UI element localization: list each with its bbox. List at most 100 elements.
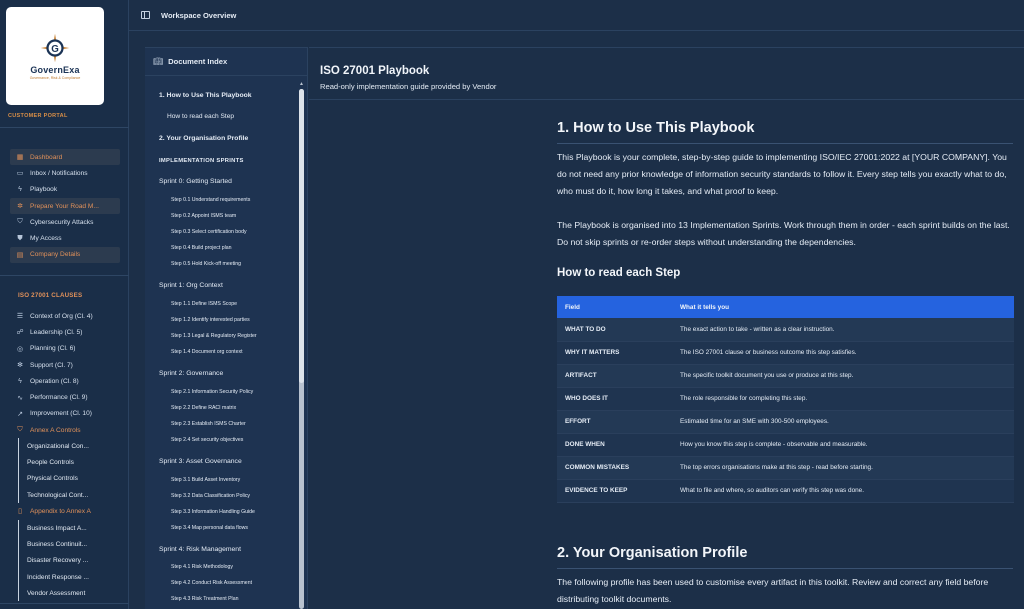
field-description-cell: The exact action to take - written as a …: [672, 318, 1014, 342]
index-entry[interactable]: Sprint 2: Governance: [159, 370, 223, 377]
index-entry[interactable]: Step 0.5 Hold Kick-off meeting: [171, 261, 241, 267]
section-1-title: 1. How to Use This Playbook: [557, 120, 755, 136]
subsection-title: How to read each Step: [557, 267, 681, 279]
index-entry[interactable]: Step 2.4 Set security objectives: [171, 437, 243, 443]
index-entry[interactable]: Step 3.3 Information Handling Guide: [171, 509, 255, 515]
clauses-nav: ☰ Context of Org (Cl. 4) ☍ Leadership (Cl.…: [10, 308, 120, 438]
nav-annex-a[interactable]: ⛉ Annex A Controls: [10, 422, 120, 438]
index-entry[interactable]: Step 1.4 Document org context: [171, 349, 243, 355]
index-entry[interactable]: Step 1.1 Define ISMS Scope: [171, 301, 237, 307]
table-row: DONE WHEN How you know this step is compl…: [557, 433, 1014, 457]
index-entry[interactable]: 1. How to Use This Playbook: [159, 92, 252, 99]
index-entry[interactable]: Step 0.4 Build project plan: [171, 245, 232, 251]
nav-label: Cybersecurity Attacks: [30, 218, 94, 226]
index-entry[interactable]: Step 3.1 Build Asset Inventory: [171, 477, 240, 483]
index-entry[interactable]: Step 2.1 Information Security Policy: [171, 389, 253, 395]
index-entry[interactable]: Step 3.4 Map personal data flows: [171, 525, 248, 531]
nav-playbook[interactable]: ϟ Playbook: [10, 182, 120, 198]
table-row: COMMON MISTAKES The top errors organisati…: [557, 456, 1014, 480]
document-icon: ▯: [18, 508, 22, 516]
workspace-title: Workspace Overview: [161, 10, 237, 20]
nav-cyber-attacks[interactable]: ⛉ Cybersecurity Attacks: [10, 214, 120, 230]
index-entry[interactable]: Sprint 3: Asset Governance: [159, 458, 242, 465]
nav-improvement[interactable]: ↗ Improvement (Cl. 10): [10, 406, 120, 422]
index-entry[interactable]: Step 4.3 Risk Treatment Plan: [171, 596, 238, 602]
nav-leadership[interactable]: ☍ Leadership (Cl. 5): [10, 324, 120, 340]
index-entry[interactable]: Step 1.3 Legal & Regulatory Register: [171, 333, 257, 339]
main-content: ISO 27001 Playbook Read-only implementat…: [309, 47, 1024, 609]
index-entry[interactable]: Step 2.2 Define RACI matrix: [171, 405, 236, 411]
nav-operation[interactable]: ϟ Operation (Cl. 8): [10, 373, 120, 389]
index-entry[interactable]: Step 2.3 Establish ISMS Charter: [171, 421, 246, 427]
document-title: ISO 27001 Playbook: [320, 65, 430, 77]
appendix-nav: ▯ Appendix to Annex A: [10, 503, 120, 519]
nav-context[interactable]: ☰ Context of Org (Cl. 4): [10, 308, 120, 324]
brand-logo[interactable]: G GovernExa Governance, Risk & Complianc…: [6, 7, 104, 105]
field-name-cell: EVIDENCE TO KEEP: [557, 479, 672, 503]
index-entry[interactable]: How to read each Step: [167, 113, 234, 120]
scroll-thumb[interactable]: [299, 89, 304, 383]
index-entry[interactable]: Step 4.2 Conduct Risk Assessment: [171, 580, 252, 586]
nav-performance[interactable]: ∿ Performance (Cl. 9): [10, 389, 120, 405]
field-name-cell: COMMON MISTAKES: [557, 456, 672, 480]
field-name-cell: DONE WHEN: [557, 433, 672, 457]
bolt-icon: ϟ: [18, 377, 22, 385]
nav-technological-controls[interactable]: Technological Cont...: [19, 487, 120, 503]
nav-business-continuity[interactable]: Business Continuit...: [19, 536, 120, 552]
main-nav: ▦ Dashboard ▭ Inbox / Notifications ϟ Playb…: [10, 149, 120, 264]
pulse-icon: ∿: [17, 394, 23, 402]
nav-organizational-controls[interactable]: Organizational Con...: [19, 438, 120, 454]
nav-label: Planning (Cl. 6): [30, 345, 76, 353]
index-entry[interactable]: Sprint 4: Risk Management: [159, 546, 241, 553]
appendix-subnav: Business Impact A... Business Continuit.…: [18, 520, 120, 602]
nav-incident-response[interactable]: Incident Response ...: [19, 569, 120, 585]
nav-inbox[interactable]: ▭ Inbox / Notifications: [10, 165, 120, 181]
nav-label: My Access: [30, 235, 62, 243]
nav-roadmap[interactable]: ✲ Prepare Your Road M...: [10, 197, 120, 215]
table-row: ARTIFACT The specific toolkit document yo…: [557, 364, 1014, 388]
nav-bia[interactable]: Business Impact A...: [19, 520, 120, 536]
scroll-up-icon[interactable]: ▲: [299, 81, 304, 87]
nav-support[interactable]: ✻ Support (Cl. 7): [10, 357, 120, 373]
nav-people-controls[interactable]: People Controls: [19, 454, 120, 470]
portal-label: CUSTOMER PORTAL: [8, 113, 68, 119]
nav-appendix[interactable]: ▯ Appendix to Annex A: [10, 503, 120, 519]
shield-icon: ⛉: [17, 218, 23, 226]
nav-physical-controls[interactable]: Physical Controls: [19, 471, 120, 487]
field-description-cell: The top errors organisations make at thi…: [672, 456, 1014, 480]
nav-label: Appendix to Annex A: [30, 507, 91, 515]
step-fields-table: Field What it tells you WHAT TO DO The ex…: [557, 296, 1014, 503]
nav-vendor-assessment[interactable]: Vendor Assessment: [19, 585, 120, 601]
field-name-cell: WHO DOES IT: [557, 387, 672, 411]
target-icon: ◎: [16, 345, 24, 353]
index-entry[interactable]: Step 0.2 Appoint ISMS team: [171, 213, 236, 219]
index-entry[interactable]: Step 4.1 Risk Methodology: [171, 564, 233, 570]
nav-label: Support (Cl. 7): [30, 361, 73, 369]
index-entry[interactable]: Step 3.2 Data Classification Policy: [171, 493, 250, 499]
section-rule: [557, 143, 1013, 144]
trend-icon: ↗: [17, 410, 23, 418]
sidebar-toggle-icon[interactable]: [141, 11, 150, 19]
document-header: ISO 27001 Playbook Read-only implementat…: [309, 47, 1024, 100]
field-description-cell: The ISO 27001 clause or business outcome…: [672, 341, 1014, 365]
index-entry[interactable]: Step 1.2 Identify interested parties: [171, 317, 250, 323]
document-subtitle: Read-only implementation guide provided …: [320, 82, 497, 91]
field-description-cell: Estimated time for an SME with 300-500 e…: [672, 410, 1014, 434]
nav-planning[interactable]: ◎ Planning (Cl. 6): [10, 341, 120, 357]
nav-company-details[interactable]: ▤ Company Details: [10, 246, 120, 264]
nav-my-access[interactable]: ⛊ My Access: [10, 230, 120, 246]
bolt-icon: ϟ: [18, 186, 22, 194]
index-header: 📖︎ Document Index: [145, 48, 307, 76]
nav-label: Playbook: [30, 186, 58, 194]
index-scrollbar[interactable]: ▲: [298, 81, 305, 609]
index-entry[interactable]: Step 0.1 Understand requirements: [171, 197, 250, 203]
nav-disaster-recovery[interactable]: Disaster Recovery ...: [19, 553, 120, 569]
nav-dashboard[interactable]: ▦ Dashboard: [10, 149, 120, 166]
index-entry[interactable]: Step 0.3 Select certification body: [171, 229, 247, 235]
index-entry[interactable]: Sprint 1: Org Context: [159, 282, 223, 289]
document-index-panel: 📖︎ Document Index 1. How to Use This Pla…: [145, 47, 308, 609]
index-entry[interactable]: 2. Your Organisation Profile: [159, 135, 248, 142]
index-entry[interactable]: Sprint 0: Getting Started: [159, 178, 232, 185]
nav-label: Prepare Your Road M...: [30, 202, 99, 210]
field-name-cell: WHAT TO DO: [557, 318, 672, 342]
